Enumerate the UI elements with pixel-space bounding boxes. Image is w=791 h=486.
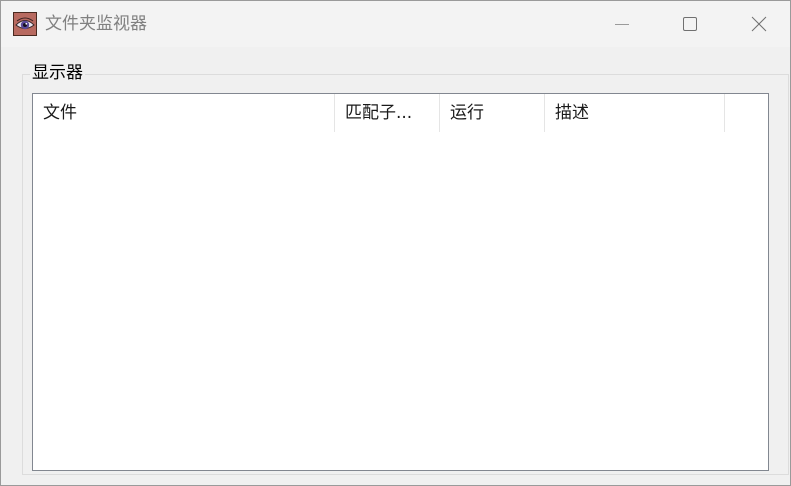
app-window: 文件夹监视器 显示器 文件 匹配子... 运行 描述 (0, 0, 791, 486)
column-divider[interactable] (724, 94, 725, 132)
monitor-listview[interactable]: 文件 匹配子... 运行 描述 (32, 93, 769, 471)
column-header-file[interactable]: 文件 (33, 94, 334, 132)
groupbox-label: 显示器 (30, 62, 85, 84)
column-header-run[interactable]: 运行 (440, 94, 544, 132)
list-body[interactable] (33, 132, 768, 470)
close-icon (751, 16, 767, 32)
title-bar[interactable]: 文件夹监视器 (1, 1, 790, 47)
column-header-match[interactable]: 匹配子... (335, 94, 439, 132)
close-button[interactable] (724, 1, 790, 47)
list-header: 文件 匹配子... 运行 描述 (33, 94, 768, 132)
eye-icon[interactable] (13, 12, 37, 36)
maximize-button[interactable] (655, 1, 725, 47)
minimize-button[interactable] (587, 1, 657, 47)
maximize-icon (683, 17, 697, 31)
minimize-icon (615, 24, 629, 25)
window-title: 文件夹监视器 (45, 14, 147, 34)
column-header-description[interactable]: 描述 (545, 94, 724, 132)
